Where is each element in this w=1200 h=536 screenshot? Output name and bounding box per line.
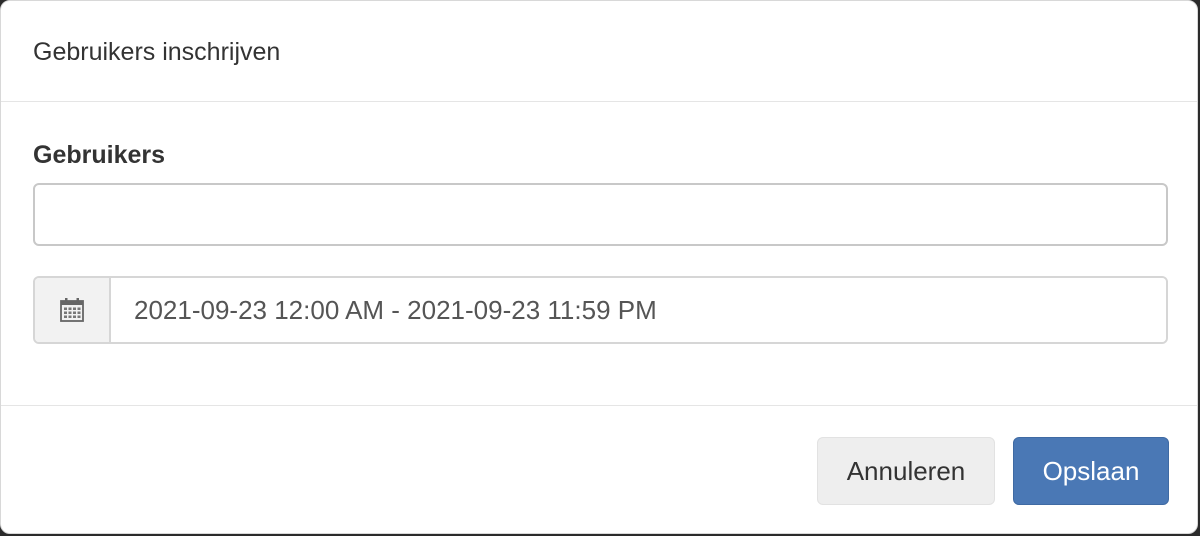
modal-body: Gebruikers	[1, 102, 1197, 406]
modal-header: Gebruikers inschrijven	[1, 1, 1197, 102]
enroll-users-modal: Gebruikers inschrijven Gebruikers 2021-0…	[0, 0, 1198, 534]
save-button[interactable]: Opslaan	[1013, 437, 1169, 505]
users-label: Gebruikers	[33, 141, 166, 169]
modal-footer: Annuleren Opslaan	[1, 406, 1197, 533]
cancel-button[interactable]: Annuleren	[817, 437, 995, 505]
calendar-addon[interactable]	[35, 278, 111, 342]
daterange-input[interactable]	[111, 278, 1166, 342]
daterange-group	[33, 276, 1168, 344]
modal-title: Gebruikers inschrijven	[33, 38, 281, 66]
calendar-icon	[60, 298, 84, 322]
users-input[interactable]	[33, 183, 1168, 246]
